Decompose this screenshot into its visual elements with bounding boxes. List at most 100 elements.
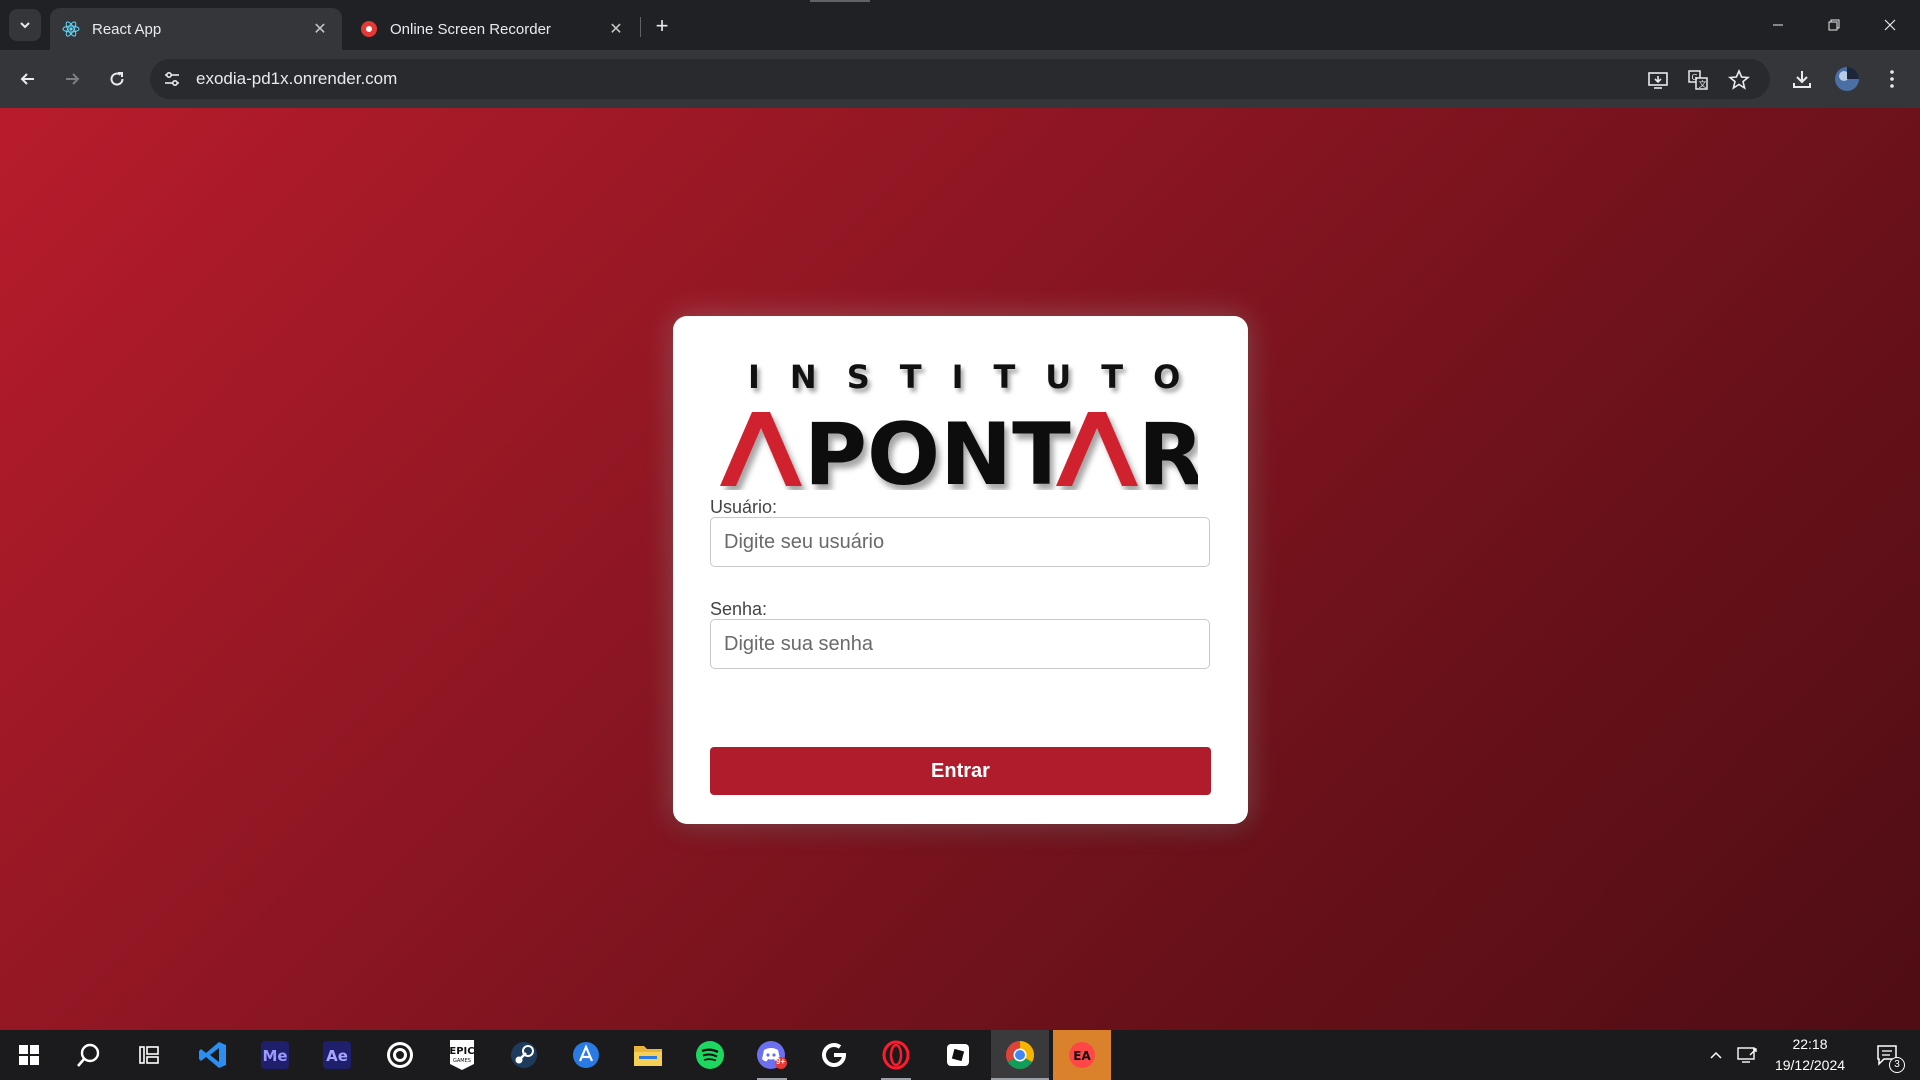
clock-date: 19/12/2024 <box>1774 1057 1846 1073</box>
spotify-app[interactable] <box>681 1030 739 1080</box>
svg-text:R: R <box>1138 406 1198 490</box>
site-settings-icon[interactable] <box>162 69 182 89</box>
tab-title: React App <box>92 20 162 38</box>
search-icon <box>77 1043 100 1067</box>
media-encoder-icon: Me <box>261 1041 289 1069</box>
opera-icon <box>882 1040 910 1070</box>
file-explorer-app[interactable] <box>619 1030 677 1080</box>
windows-taskbar: Me Ae EPIC GAMES 9+ EA 22:18 19/12/2024 … <box>0 1030 1920 1080</box>
close-tab-icon[interactable]: ✕ <box>310 19 330 39</box>
system-clock[interactable]: 22:18 19/12/2024 <box>1760 1034 1860 1076</box>
record-icon <box>360 20 378 38</box>
username-input[interactable] <box>710 517 1210 567</box>
tab-online-screen-recorder[interactable]: Online Screen Recorder ✕ <box>348 8 638 50</box>
username-label: Usuário: <box>710 497 778 517</box>
steam-app[interactable] <box>495 1030 553 1080</box>
search-button[interactable] <box>60 1030 118 1080</box>
svg-text:Ae: Ae <box>326 1047 348 1065</box>
new-tab-button[interactable]: + <box>648 12 676 40</box>
browser-toolbar: exodia-pd1x.onrender.com G文 <box>0 50 1920 108</box>
tab-separator <box>640 17 641 37</box>
profile-avatar[interactable] <box>1833 65 1861 93</box>
windows-start-icon <box>19 1045 39 1065</box>
after-effects-app[interactable]: Ae <box>308 1030 366 1080</box>
roblox-studio-icon <box>947 1044 969 1066</box>
folder-icon <box>634 1046 662 1066</box>
login-button[interactable]: Entrar <box>710 747 1211 795</box>
download-icon[interactable] <box>1788 65 1816 93</box>
roblox-studio-app[interactable] <box>929 1030 987 1080</box>
svg-text:GAMES: GAMES <box>453 1058 471 1064</box>
svg-text:PONT: PONT <box>804 406 1071 490</box>
app-installer-app[interactable] <box>557 1030 615 1080</box>
discord-badge: 9+ <box>776 1057 786 1066</box>
chevron-up-icon <box>1710 1051 1722 1059</box>
tab-search-button[interactable] <box>9 9 41 41</box>
svg-text:文: 文 <box>1699 79 1707 89</box>
bookmark-star-icon[interactable] <box>1728 69 1750 91</box>
g-hub-app[interactable] <box>805 1030 863 1080</box>
ea-icon: EA <box>1069 1042 1095 1068</box>
g-hub-icon <box>822 1043 847 1067</box>
logo-top-text: INSTITUTO <box>748 358 1211 396</box>
password-label: Senha: <box>710 599 768 619</box>
discord-app[interactable]: 9+ <box>743 1030 801 1080</box>
page-background: INSTITUTO PONT R Usuário: Senha <box>0 108 1920 1030</box>
arrow-right-icon <box>66 73 80 85</box>
tab-react-app[interactable]: React App ✕ <box>50 8 342 50</box>
app-installer-icon <box>573 1042 599 1068</box>
tab-strip: React App ✕ Online Screen Recorder ✕ + <box>0 0 1920 50</box>
close-icon <box>1884 19 1896 31</box>
vscode-app[interactable] <box>184 1030 242 1080</box>
spotify-icon <box>696 1041 724 1069</box>
notification-center-button[interactable]: 3 <box>1868 1030 1908 1080</box>
react-icon <box>62 20 80 38</box>
svg-text:EPIC: EPIC <box>449 1046 474 1057</box>
tab-title: Online Screen Recorder <box>390 20 551 38</box>
reload-button[interactable] <box>101 63 133 95</box>
password-input[interactable] <box>710 619 1210 669</box>
instituto-apontar-logo: INSTITUTO PONT R <box>718 358 1211 490</box>
svg-text:EA: EA <box>1073 1049 1091 1063</box>
ea-app[interactable]: EA <box>1053 1030 1111 1080</box>
more-options-icon[interactable] <box>1878 65 1906 93</box>
restore-icon <box>1828 19 1840 31</box>
chevron-down-icon <box>20 22 30 29</box>
ubisoft-icon <box>387 1042 413 1068</box>
reload-icon <box>110 72 124 86</box>
minimize-button[interactable] <box>1750 0 1806 50</box>
restore-button[interactable] <box>1806 0 1862 50</box>
login-card: INSTITUTO PONT R Usuário: Senha <box>673 316 1248 824</box>
start-button[interactable] <box>0 1030 58 1080</box>
install-app-icon[interactable] <box>1647 69 1669 91</box>
steam-icon <box>511 1042 537 1068</box>
show-hidden-icons-button[interactable] <box>1704 1030 1728 1080</box>
url-text[interactable]: exodia-pd1x.onrender.com <box>196 69 397 89</box>
vscode-icon <box>199 1042 226 1068</box>
network-status-button[interactable] <box>1733 1030 1763 1080</box>
address-bar[interactable]: exodia-pd1x.onrender.com G文 <box>150 59 1770 99</box>
translate-icon[interactable]: G文 <box>1687 69 1709 91</box>
close-tab-icon[interactable]: ✕ <box>606 19 626 39</box>
notification-count-badge: 3 <box>1889 1057 1905 1073</box>
clock-time: 22:18 <box>1792 1036 1828 1052</box>
forward-button[interactable] <box>56 63 88 95</box>
task-view-icon <box>139 1046 159 1064</box>
arrow-left-icon <box>20 73 34 85</box>
svg-text:G: G <box>1692 73 1698 82</box>
epic-games-app[interactable]: EPIC GAMES <box>433 1030 491 1080</box>
svg-text:Me: Me <box>262 1047 287 1065</box>
minimize-icon <box>1773 24 1783 26</box>
opera-app[interactable] <box>867 1030 925 1080</box>
window-drag-indicator <box>810 0 870 2</box>
chrome-app[interactable] <box>991 1030 1049 1080</box>
logo-main-wordmark: PONT R <box>720 406 1198 490</box>
chrome-icon <box>1006 1041 1034 1069</box>
close-window-button[interactable] <box>1862 0 1918 50</box>
task-view-button[interactable] <box>120 1030 178 1080</box>
back-button[interactable] <box>12 63 44 95</box>
epic-games-icon: EPICGAMES <box>449 1040 475 1070</box>
network-icon <box>1737 1047 1757 1063</box>
media-encoder-app[interactable]: Me <box>246 1030 304 1080</box>
ubisoft-connect-app[interactable] <box>371 1030 429 1080</box>
